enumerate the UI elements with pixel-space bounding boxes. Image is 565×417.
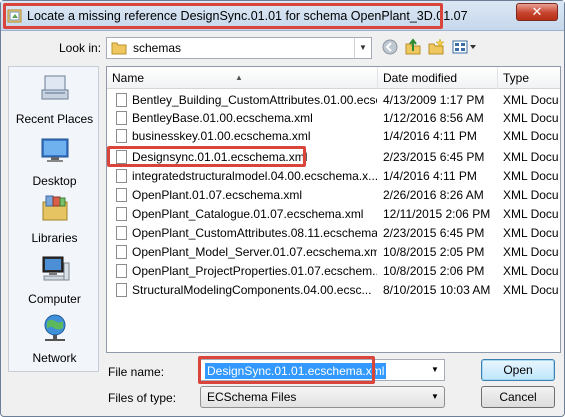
network-icon bbox=[44, 314, 65, 341]
file-type: XML Docu bbox=[503, 93, 559, 107]
up-folder-icon[interactable] bbox=[403, 38, 423, 58]
file-date: 1/4/2016 4:11 PM bbox=[383, 169, 477, 183]
column-header-type-label: Type bbox=[503, 71, 530, 85]
place-network[interactable]: Network bbox=[9, 312, 100, 365]
file-type: XML Docu bbox=[503, 207, 559, 221]
file-row[interactable]: Bentley_Building_CustomAttributes.01.00.… bbox=[107, 91, 560, 109]
file-name: integratedstructuralmodel.04.00.ecschema… bbox=[132, 169, 377, 183]
column-header-date[interactable]: Date modified bbox=[378, 67, 498, 89]
file-row[interactable]: OpenPlant.01.07.ecschema.xml 2/26/2016 8… bbox=[107, 186, 560, 204]
look-in-label: Look in: bbox=[59, 41, 102, 55]
look-in-value: schemas bbox=[133, 41, 182, 55]
recent-places-icon bbox=[41, 75, 68, 100]
file-date: 10/8/2015 2:06 PM bbox=[383, 264, 485, 278]
title-highlight-box bbox=[3, 3, 443, 29]
file-date: 10/8/2015 2:05 PM bbox=[383, 245, 485, 259]
file-row[interactable]: StructuralModelingComponents.04.00.ecsc.… bbox=[107, 281, 560, 299]
file-list: Name ▲ Date modified Type Bentley_Buildi… bbox=[106, 66, 561, 353]
file-name: Bentley_Building_CustomAttributes.01.00.… bbox=[132, 93, 377, 107]
chevron-down-icon[interactable]: ▼ bbox=[428, 360, 442, 380]
file-date: 2/23/2015 6:45 PM bbox=[383, 226, 485, 240]
place-libraries[interactable]: Libraries bbox=[9, 192, 100, 245]
file-date: 4/13/2009 1:17 PM bbox=[383, 93, 485, 107]
place-computer[interactable]: Computer bbox=[9, 253, 100, 306]
file-icon bbox=[116, 264, 127, 278]
file-name-label: File name: bbox=[108, 365, 165, 379]
file-name: OpenPlant_ProjectProperties.01.07.ecsche… bbox=[132, 264, 377, 278]
open-file-dialog: Locate a missing reference DesignSync.01… bbox=[0, 0, 565, 417]
look-in-dropdown[interactable]: schemas ▼ bbox=[106, 37, 372, 59]
column-header-type[interactable]: Type bbox=[498, 67, 560, 89]
cancel-button[interactable]: Cancel bbox=[481, 386, 555, 408]
file-icon bbox=[116, 169, 127, 183]
file-icon bbox=[116, 111, 127, 125]
file-name: BentleyBase.01.00.ecschema.xml bbox=[132, 111, 313, 125]
desktop-icon bbox=[41, 138, 68, 162]
place-label: Desktop bbox=[32, 174, 77, 188]
file-name: OpenPlant_Model_Server.01.07.ecschema.xm… bbox=[132, 245, 377, 259]
file-date: 1/4/2016 4:11 PM bbox=[383, 129, 477, 143]
file-type: XML Docu bbox=[503, 169, 559, 183]
file-name: businesskey.01.00.ecschema.xml bbox=[132, 129, 311, 143]
file-row[interactable]: BentleyBase.01.00.ecschema.xml 1/12/2016… bbox=[107, 109, 560, 127]
file-icon bbox=[116, 207, 127, 221]
files-of-type-label: Files of type: bbox=[108, 391, 177, 405]
views-menu-icon[interactable] bbox=[450, 38, 478, 58]
file-date: 1/12/2016 8:56 AM bbox=[383, 111, 484, 125]
file-date: 8/10/2015 10:03 AM bbox=[383, 283, 491, 297]
file-type: XML Docu bbox=[503, 129, 559, 143]
folder-icon bbox=[111, 42, 127, 55]
place-label: Computer bbox=[28, 292, 81, 306]
new-folder-icon[interactable] bbox=[426, 38, 446, 58]
place-label: Libraries bbox=[31, 231, 78, 245]
file-row[interactable]: OpenPlant_CustomAttributes.08.11.ecschem… bbox=[107, 224, 560, 242]
file-icon bbox=[116, 226, 127, 240]
file-row[interactable]: OpenPlant_Model_Server.01.07.ecschema.xm… bbox=[107, 243, 560, 261]
files-of-type-dropdown[interactable]: ECSchema Files ▼ bbox=[200, 386, 445, 408]
file-date: 2/26/2016 8:26 AM bbox=[383, 188, 484, 202]
file-type: XML Docu bbox=[503, 150, 559, 164]
column-header-name-label: Name bbox=[112, 71, 145, 85]
file-name: OpenPlant.01.07.ecschema.xml bbox=[132, 188, 303, 202]
file-date: 12/11/2015 2:06 PM bbox=[383, 207, 491, 221]
sort-ascending-icon: ▲ bbox=[235, 73, 243, 82]
file-list-header: Name ▲ Date modified Type bbox=[107, 67, 560, 89]
file-icon bbox=[116, 283, 127, 297]
libraries-icon bbox=[42, 195, 67, 221]
file-icon bbox=[116, 188, 127, 202]
column-header-name[interactable]: Name ▲ bbox=[107, 67, 378, 89]
place-recent-places[interactable]: Recent Places bbox=[9, 73, 100, 126]
file-row[interactable]: integratedstructuralmodel.04.00.ecschema… bbox=[107, 167, 560, 185]
file-type: XML Docu bbox=[503, 111, 559, 125]
file-row[interactable]: OpenPlant_Catalogue.01.07.ecschema.xml 1… bbox=[107, 205, 560, 223]
file-row[interactable]: OpenPlant_ProjectProperties.01.07.ecsche… bbox=[107, 262, 560, 280]
file-highlight-box bbox=[107, 146, 306, 167]
file-icon bbox=[116, 245, 127, 259]
files-of-type-value: ECSchema Files bbox=[207, 390, 297, 404]
chevron-down-icon[interactable]: ▼ bbox=[428, 387, 442, 407]
file-type: XML Docu bbox=[503, 188, 559, 202]
file-icon bbox=[116, 129, 127, 143]
back-icon[interactable] bbox=[380, 38, 400, 58]
file-name: OpenPlant_CustomAttributes.08.11.ecschem… bbox=[132, 226, 377, 240]
file-name: StructuralModelingComponents.04.00.ecsc.… bbox=[132, 283, 372, 297]
file-type: XML Docu bbox=[503, 264, 559, 278]
close-button[interactable]: ✕ bbox=[516, 3, 558, 21]
file-name-highlight-box bbox=[198, 356, 375, 384]
open-button[interactable]: Open bbox=[481, 359, 555, 381]
place-desktop[interactable]: Desktop bbox=[9, 135, 100, 188]
place-label: Recent Places bbox=[15, 112, 94, 126]
file-type: XML Docu bbox=[503, 245, 559, 259]
file-row[interactable]: businesskey.01.00.ecschema.xml 1/4/2016 … bbox=[107, 127, 560, 145]
places-bar: Recent Places Desktop Libraries Computer… bbox=[8, 66, 99, 372]
file-date: 2/23/2015 6:45 PM bbox=[383, 150, 485, 164]
file-type: XML Docu bbox=[503, 226, 559, 240]
column-header-date-label: Date modified bbox=[383, 71, 458, 85]
file-name: OpenPlant_Catalogue.01.07.ecschema.xml bbox=[132, 207, 364, 221]
file-icon bbox=[116, 93, 127, 107]
place-label: Network bbox=[32, 351, 77, 365]
file-type: XML Docu bbox=[503, 283, 559, 297]
computer-icon bbox=[42, 256, 69, 281]
chevron-down-icon[interactable]: ▼ bbox=[354, 38, 371, 58]
